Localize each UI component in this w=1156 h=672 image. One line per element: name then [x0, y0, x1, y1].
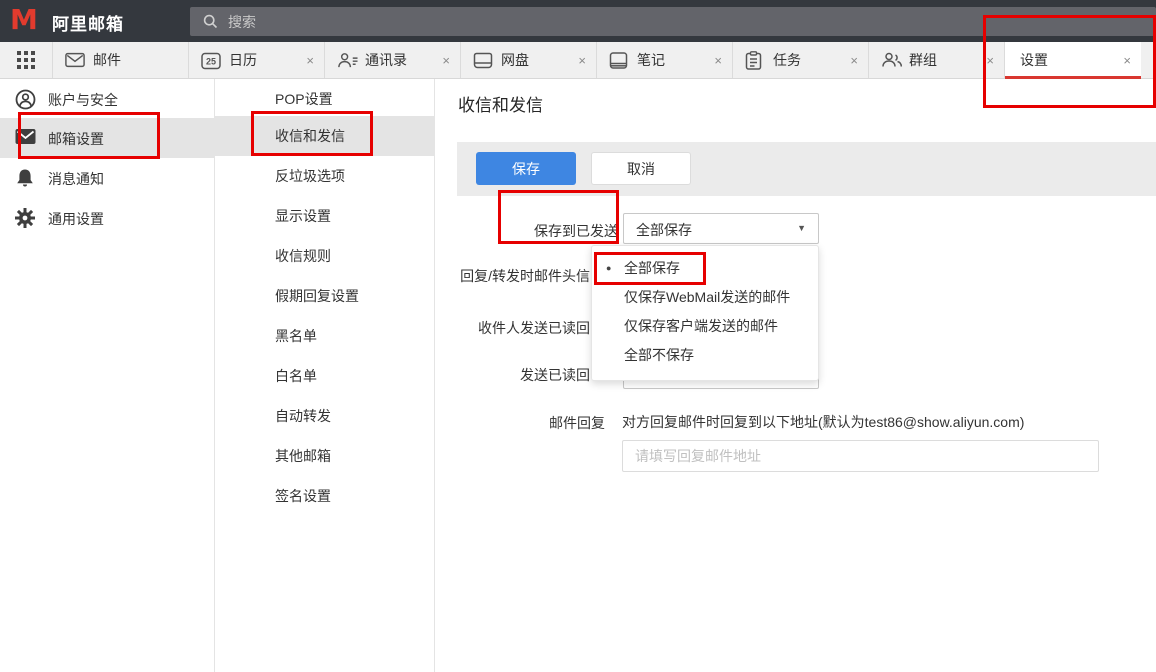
close-icon[interactable]: ×	[1123, 53, 1131, 68]
tab-groups[interactable]: 群组 ×	[869, 42, 1005, 78]
save-to-sent-dropdown-menu: ● 全部保存 仅保存WebMail发送的邮件 仅保存客户端发送的邮件 全部不保存	[591, 245, 819, 381]
settings-nav-item-antispam[interactable]: 反垃圾选项	[215, 156, 435, 196]
settings-sidebar: 账户与安全 邮箱设置 消息通知	[0, 79, 215, 672]
settings-nav-item-mail-rules[interactable]: 收信规则	[215, 236, 435, 276]
close-icon[interactable]: ×	[442, 53, 450, 68]
close-icon[interactable]: ×	[986, 53, 994, 68]
select-value: 全部保存	[636, 220, 692, 240]
mail-filled-icon	[15, 128, 36, 145]
tab-label: 网盘	[501, 50, 529, 70]
search-box[interactable]	[190, 7, 1156, 36]
mail-icon	[65, 52, 85, 68]
mail-reply-label: 邮件回复	[435, 413, 605, 433]
active-tab-underline	[1005, 76, 1141, 79]
close-icon[interactable]: ×	[306, 53, 314, 68]
save-to-sent-select[interactable]: 全部保存 ▼	[623, 213, 819, 244]
grid-icon	[17, 51, 35, 69]
dropdown-option-save-all[interactable]: ● 全部保存	[592, 254, 818, 283]
settings-nav-item-display[interactable]: 显示设置	[215, 196, 435, 236]
send-read-receipt-label: 发送已读回	[435, 365, 590, 385]
settings-nav-item-auto-forward[interactable]: 自动转发	[215, 396, 435, 436]
close-icon[interactable]: ×	[578, 53, 586, 68]
sidebar-item-label: 账户与安全	[48, 90, 118, 110]
settings-nav-item-signature[interactable]: 签名设置	[215, 476, 435, 516]
tab-label: 笔记	[637, 50, 665, 70]
dropdown-option-save-none[interactable]: 全部不保存	[592, 341, 818, 370]
tab-label: 设置	[1020, 50, 1048, 70]
tab-notes[interactable]: 笔记 ×	[597, 42, 733, 78]
close-icon[interactable]: ×	[714, 53, 722, 68]
tasks-icon	[745, 51, 762, 70]
tab-mail[interactable]: 邮件	[53, 42, 189, 78]
sidebar-item-label: 邮箱设置	[48, 129, 104, 149]
tab-label: 任务	[773, 50, 801, 70]
tab-contacts[interactable]: 通讯录 ×	[325, 42, 461, 78]
tab-drive[interactable]: 网盘 ×	[461, 42, 597, 78]
search-input[interactable]	[190, 7, 1156, 36]
tab-label: 日历	[229, 50, 257, 70]
save-to-sent-label: 保存到已发送	[418, 221, 618, 241]
sidebar-item-label: 消息通知	[48, 169, 104, 189]
cancel-button[interactable]: 取消	[591, 152, 691, 185]
svg-text:25: 25	[206, 56, 216, 66]
tab-settings[interactable]: 设置 ×	[1005, 42, 1141, 78]
sidebar-item-label: 通用设置	[48, 209, 104, 229]
chevron-down-icon: ▼	[797, 223, 806, 233]
settings-nav-item-other-mailbox[interactable]: 其他邮箱	[215, 436, 435, 476]
tab-label: 通讯录	[365, 50, 407, 70]
tab-tasks[interactable]: 任务 ×	[733, 42, 869, 78]
drive-icon	[473, 52, 493, 69]
top-bar: M 阿里邮箱	[0, 0, 1156, 42]
dropdown-option-label: 仅保存WebMail发送的邮件	[624, 289, 790, 305]
tab-label: 群组	[909, 50, 937, 70]
settings-nav-item-vacation[interactable]: 假期回复设置	[215, 276, 435, 316]
dropdown-option-label: 全部不保存	[624, 347, 694, 363]
close-icon[interactable]: ×	[850, 53, 858, 68]
sidebar-item-notifications[interactable]: 消息通知	[0, 158, 215, 198]
mail-reply-note: 对方回复邮件时回复到以下地址(默认为test86@show.aliyun.com…	[622, 412, 1024, 432]
tab-calendar[interactable]: 25 日历 ×	[189, 42, 325, 78]
radio-selected-icon: ●	[606, 254, 611, 283]
sidebar-item-account-security[interactable]: 账户与安全	[0, 79, 215, 119]
notes-icon	[609, 52, 628, 69]
gear-icon	[15, 208, 35, 228]
tab-label: 邮件	[93, 50, 121, 70]
settings-nav-item-blacklist[interactable]: 黑名单	[215, 316, 435, 356]
page-title: 收信和发信	[458, 91, 543, 116]
dropdown-option-client-only[interactable]: 仅保存客户端发送的邮件	[592, 312, 818, 341]
mailbox-settings-nav: POP设置 收信和发信 反垃圾选项 显示设置 收信规则 假期回复设置 黑名单 白…	[215, 79, 435, 672]
groups-icon	[881, 52, 903, 68]
sidebar-item-mailbox-settings[interactable]: 邮箱设置	[0, 118, 215, 158]
calendar-icon: 25	[201, 51, 221, 70]
header-info-label: 回复/转发时邮件头信	[435, 266, 590, 286]
aliyun-mail-logo-icon: M	[10, 3, 38, 36]
settings-nav-item-receive-send[interactable]: 收信和发信	[215, 116, 435, 156]
reply-address-input[interactable]	[622, 440, 1099, 472]
brand-title: 阿里邮箱	[52, 10, 124, 35]
dropdown-option-webmail-only[interactable]: 仅保存WebMail发送的邮件	[592, 283, 818, 312]
sidebar-item-general-settings[interactable]: 通用设置	[0, 198, 215, 238]
bell-icon	[15, 168, 35, 188]
app-tab-bar: 邮件 25 日历 × 通讯录 × 网盘 × 笔记 × 任务 ×	[0, 42, 1156, 79]
dropdown-option-label: 全部保存	[624, 260, 680, 276]
contacts-icon	[337, 52, 358, 69]
settings-nav-item-pop[interactable]: POP设置	[215, 79, 435, 119]
dropdown-option-label: 仅保存客户端发送的邮件	[624, 318, 778, 334]
app-grid-button[interactable]	[0, 42, 53, 78]
save-button[interactable]: 保存	[476, 152, 576, 185]
account-icon	[15, 89, 36, 110]
settings-nav-item-whitelist[interactable]: 白名单	[215, 356, 435, 396]
recipient-read-receipt-label: 收件人发送已读回	[435, 318, 590, 338]
